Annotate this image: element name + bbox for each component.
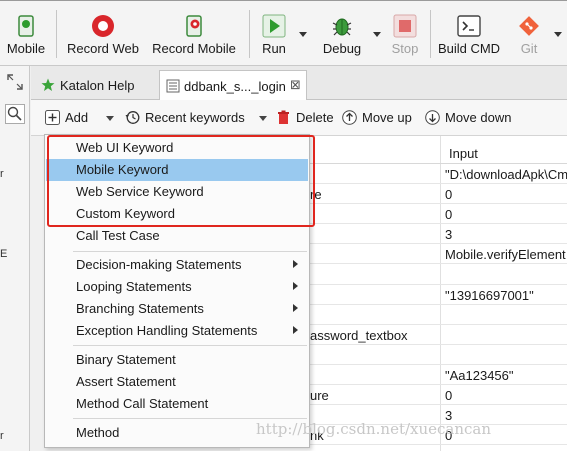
- menu-item-binary-statement[interactable]: Binary Statement: [46, 349, 308, 371]
- git-icon: [519, 16, 539, 36]
- build-cmd-button[interactable]: Build CMD: [436, 10, 502, 60]
- table-cell-input[interactable]: 0: [445, 207, 567, 222]
- debug-button[interactable]: Debug: [318, 10, 366, 60]
- add-dropdown-chevron-down-icon[interactable]: [106, 116, 114, 121]
- watermark: http://blog.csdn.net/xuecancan: [256, 420, 492, 438]
- trash-icon: [278, 110, 289, 124]
- record-web-button[interactable]: Record Web: [62, 10, 144, 60]
- delete-button[interactable]: Delete: [276, 109, 336, 129]
- record-mobile-button[interactable]: Record Mobile: [146, 10, 242, 60]
- table-cell-input[interactable]: 0: [445, 388, 567, 403]
- record-mobile-label: Record Mobile: [152, 41, 236, 56]
- strip-text: E: [0, 248, 8, 260]
- move-down-label: Move down: [445, 110, 512, 125]
- terminal-icon: [457, 15, 481, 37]
- git-dropdown-chevron-down-icon[interactable]: [554, 32, 562, 37]
- add-icon: [45, 110, 60, 125]
- toolbar-top-border: [0, 0, 567, 1]
- menu-item-label: Method Call Statement: [76, 396, 209, 411]
- arrow-down-icon: [425, 110, 440, 125]
- run-dropdown-chevron-down-icon[interactable]: [299, 32, 307, 37]
- record-web-label: Record Web: [66, 41, 139, 56]
- menu-separator: [73, 251, 307, 252]
- stop-icon: [393, 14, 417, 38]
- stop-button[interactable]: Stop: [388, 10, 422, 60]
- recent-dropdown-chevron-down-icon[interactable]: [259, 116, 267, 121]
- table-cell-input[interactable]: "13916697001": [445, 288, 567, 303]
- menu-separator: [73, 418, 307, 419]
- move-up-label: Move up: [362, 110, 412, 125]
- menu-item-method-call-statement[interactable]: Method Call Statement: [46, 393, 308, 415]
- editor-tab-bar: Katalon Help ddbank_s..._login ⊠: [31, 66, 567, 100]
- mobile-label: Mobile: [6, 41, 46, 56]
- toolbar-separator: [430, 10, 431, 58]
- menu-item-label: Method: [76, 425, 120, 440]
- play-icon: [262, 14, 286, 38]
- add-button[interactable]: Add: [45, 109, 97, 129]
- toolbar-separator: [249, 10, 250, 58]
- debug-dropdown-chevron-down-icon[interactable]: [373, 32, 381, 37]
- menu-item-label: Binary Statement: [76, 352, 176, 367]
- toolbar-separator: [56, 10, 57, 58]
- menu-item-exception-handling[interactable]: Exception Handling Statements: [46, 320, 308, 342]
- table-cell-input[interactable]: "D:\downloadApk\Cm: [445, 167, 567, 182]
- menu-item-label: Looping Statements: [76, 279, 192, 294]
- add-label: Add: [65, 110, 89, 125]
- mobile-icon: [18, 15, 34, 37]
- test-case-icon: [166, 79, 180, 93]
- delete-label: Delete: [296, 110, 334, 125]
- move-up-button[interactable]: Move up: [342, 109, 418, 129]
- recent-keywords-label: Recent keywords: [145, 110, 245, 125]
- menu-item-call-test-case[interactable]: Call Test Case: [46, 225, 308, 247]
- menu-item-decision-making[interactable]: Decision-making Statements: [46, 254, 308, 276]
- expand-icon[interactable]: [5, 72, 25, 92]
- record-icon: [92, 15, 114, 37]
- close-icon[interactable]: ⊠: [290, 77, 301, 93]
- record-mobile-icon: [186, 15, 202, 37]
- menu-item-label: Exception Handling Statements: [76, 323, 258, 338]
- git-label: Git: [520, 41, 538, 56]
- menu-separator: [73, 345, 307, 346]
- input-column-header[interactable]: Input: [449, 146, 478, 161]
- menu-item-label: Branching Statements: [76, 301, 204, 316]
- arrow-up-icon: [342, 110, 357, 125]
- chevron-right-icon: [293, 304, 298, 312]
- menu-item-assert-statement[interactable]: Assert Statement: [46, 371, 308, 393]
- history-icon: [125, 111, 140, 124]
- debug-label: Debug: [322, 41, 362, 56]
- run-label: Run: [262, 41, 286, 56]
- menu-item-looping[interactable]: Looping Statements: [46, 276, 308, 298]
- annotation-highlight-box: [47, 135, 315, 227]
- tab-katalon-help[interactable]: Katalon Help: [35, 70, 159, 100]
- main-toolbar: Mobile Record Web Record Mobile Run Debu…: [0, 0, 567, 66]
- bug-icon: [332, 18, 352, 36]
- strip-text: r: [0, 430, 4, 442]
- strip-text: r: [0, 168, 4, 180]
- move-down-button[interactable]: Move down: [425, 109, 521, 129]
- menu-item-label: Call Test Case: [76, 228, 160, 243]
- mobile-spy-button[interactable]: Mobile: [2, 10, 50, 60]
- tab-label: Katalon Help: [60, 78, 135, 93]
- editor-toolbar: Add Recent keywords Delete Move up Move …: [31, 100, 567, 136]
- left-panel-strip: r E r: [0, 66, 30, 451]
- search-icon[interactable]: [5, 104, 25, 124]
- menu-item-branching[interactable]: Branching Statements: [46, 298, 308, 320]
- menu-item-label: Decision-making Statements: [76, 257, 242, 272]
- recent-keywords-button[interactable]: Recent keywords: [125, 109, 255, 129]
- table-cell-input[interactable]: 3: [445, 227, 567, 242]
- chevron-right-icon: [293, 282, 298, 290]
- table-cell-input[interactable]: Mobile.verifyElement: [445, 247, 567, 262]
- table-cell-input[interactable]: 0: [445, 187, 567, 202]
- build-cmd-label: Build CMD: [437, 41, 501, 56]
- chevron-right-icon: [293, 326, 298, 334]
- stop-label: Stop: [391, 41, 419, 56]
- chevron-right-icon: [293, 260, 298, 268]
- star-icon: [41, 78, 55, 91]
- git-button[interactable]: Git: [512, 10, 546, 60]
- run-button[interactable]: Run: [256, 10, 292, 60]
- tab-test-case[interactable]: ddbank_s..._login ⊠: [159, 70, 307, 100]
- table-cell-input[interactable]: "Aa123456": [445, 368, 567, 383]
- tab-label: ddbank_s..._login: [184, 79, 286, 94]
- menu-item-label: Assert Statement: [76, 374, 176, 389]
